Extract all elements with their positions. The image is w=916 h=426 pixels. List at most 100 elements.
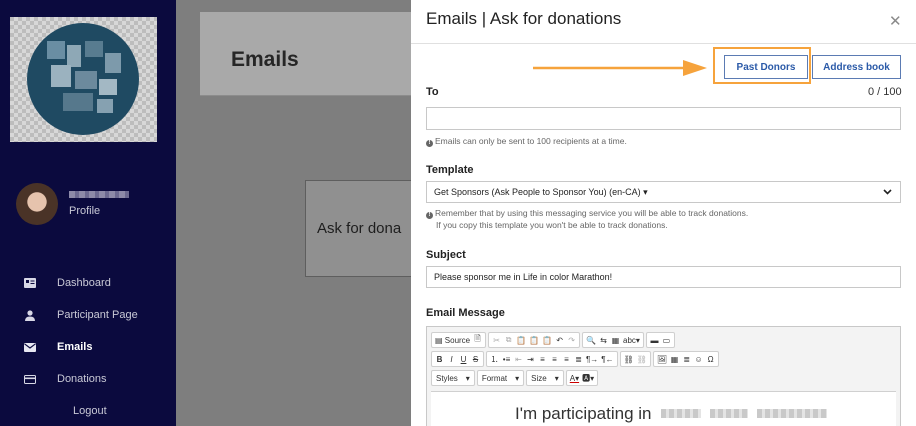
paste-word-icon[interactable]: 📋	[541, 334, 553, 346]
source-button[interactable]: ▤ Source	[434, 334, 471, 346]
text-field-icon[interactable]: ▭	[661, 334, 672, 346]
copy-icon[interactable]: ⧉	[503, 334, 514, 346]
template-select-value: Get Sponsors (Ask People to Sponsor You)…	[434, 186, 648, 197]
numbered-list-icon[interactable]: ⒈	[489, 353, 500, 365]
format-dropdown[interactable]: Format ▾	[476, 370, 525, 386]
panel-title: Emails | Ask for donations	[426, 9, 622, 28]
page-title: Emails	[231, 48, 299, 71]
rich-text-editor: ▤ Source 🗎 ✂ ⧉ 📋 📋 📋 ↶ ↷ 🔍 ⇆ ▦ abc▾ ▬ ▭	[426, 326, 901, 426]
toolbar-group-editing: 🔍 ⇆ ▦ abc▾	[582, 332, 644, 348]
sidebar-item-dashboard[interactable]: Dashboard	[0, 272, 176, 294]
envelope-icon	[24, 341, 36, 353]
editor-toolbar-row-1: ▤ Source 🗎 ✂ ⧉ 📋 📋 📋 ↶ ↷ 🔍 ⇆ ▦ abc▾ ▬ ▭	[431, 332, 675, 348]
size-dropdown[interactable]: Size ▾	[526, 370, 564, 386]
person-icon	[24, 309, 36, 321]
select-all-icon[interactable]: ▦	[610, 334, 621, 346]
underline-icon[interactable]: U	[458, 353, 469, 365]
template-hint-text-2: If you copy this template you won't be a…	[436, 220, 668, 230]
text-color-icon[interactable]: A▾	[569, 372, 580, 384]
toolbar-group-paragraph: ⒈ •≡ ⇤ ⇥ ≡ ≡ ≡ ≣ ¶→ ¶←	[486, 351, 618, 367]
sidebar-item-participant-page[interactable]: Participant Page	[0, 304, 176, 326]
divider	[411, 43, 916, 44]
subject-label: Subject	[426, 249, 466, 261]
background-color-icon[interactable]: 🅰▾	[581, 372, 595, 384]
table-icon[interactable]: ▦	[669, 353, 680, 365]
spellcheck-icon[interactable]: abc▾	[622, 334, 641, 346]
chevron-down-icon	[883, 187, 900, 198]
logout-link[interactable]: Logout	[73, 405, 107, 417]
cut-icon[interactable]: ✂	[491, 334, 502, 346]
toolbar-group-clipboard: ✂ ⧉ 📋 📋 📋 ↶ ↷	[488, 332, 581, 348]
editor-body-text-visible: I'm participating in	[515, 404, 652, 423]
chevron-down-icon: ▾	[554, 373, 559, 383]
sidebar-item-label: Dashboard	[57, 277, 111, 289]
toolbar-group-links: ⛓ ⛓	[619, 351, 651, 367]
replace-icon[interactable]: ⇆	[598, 334, 609, 346]
sidebar-item-emails[interactable]: Emails	[0, 336, 176, 358]
toolbar-group-colors: A▾ 🅰▾	[565, 370, 599, 386]
sidebar-item-label: Donations	[57, 373, 107, 385]
profile-avatar[interactable]	[16, 183, 58, 225]
redacted-event-name	[661, 409, 702, 418]
toolbar-group-forms: ▬ ▭	[645, 332, 675, 348]
to-input[interactable]	[426, 107, 901, 130]
smiley-icon[interactable]: ☺	[693, 353, 704, 365]
sidebar-item-label: Emails	[57, 341, 93, 353]
email-compose-panel: Emails | Ask for donations ✕ Past Donors…	[411, 0, 916, 426]
profile-link[interactable]: Profile	[69, 205, 100, 217]
rtl-icon[interactable]: ¶←	[600, 353, 614, 365]
event-logo	[27, 23, 139, 135]
bold-icon[interactable]: B	[434, 353, 445, 365]
align-left-icon[interactable]: ≡	[537, 353, 548, 365]
italic-icon[interactable]: I	[446, 353, 457, 365]
unlink-icon[interactable]: ⛓	[636, 353, 648, 365]
horizontal-rule-icon[interactable]: ▬	[649, 334, 660, 346]
size-dropdown-label: Size	[531, 373, 547, 383]
to-label: To	[426, 86, 439, 98]
toolbar-group-insert: 🖼 ▦ ≣ ☺ Ω	[652, 351, 720, 367]
close-icon[interactable]: ✕	[889, 12, 902, 30]
id-card-icon	[24, 277, 36, 289]
template-label: Template	[426, 164, 474, 176]
indent-icon[interactable]: ⇥	[525, 353, 536, 365]
email-message-label: Email Message	[426, 307, 505, 319]
editor-content-area[interactable]: I'm participating in	[431, 391, 896, 426]
paste-text-icon[interactable]: 📋	[528, 334, 540, 346]
horizontal-line-icon[interactable]: ≣	[681, 353, 692, 365]
redo-icon[interactable]: ↷	[566, 334, 577, 346]
subject-input[interactable]: Please sponsor me in Life in color Marat…	[426, 266, 901, 288]
template-hint-text-1: Remember that by using this messaging se…	[435, 208, 749, 218]
bulleted-list-icon[interactable]: •≡	[501, 353, 512, 365]
outdent-icon[interactable]: ⇤	[513, 353, 524, 365]
info-icon: !	[426, 140, 433, 147]
align-center-icon[interactable]: ≡	[549, 353, 560, 365]
special-character-icon[interactable]: Ω	[705, 353, 716, 365]
sidebar-item-donations[interactable]: Donations	[0, 368, 176, 390]
link-icon[interactable]: ⛓	[623, 353, 635, 365]
address-book-button[interactable]: Address book	[812, 55, 901, 79]
styles-dropdown[interactable]: Styles ▾	[431, 370, 475, 386]
format-dropdown-label: Format	[481, 373, 508, 383]
justify-icon[interactable]: ≣	[573, 353, 584, 365]
to-hint-text: Emails can only be sent to 100 recipient…	[435, 136, 627, 146]
subject-input-value: Please sponsor me in Life in color Marat…	[434, 272, 613, 282]
find-icon[interactable]: 🔍	[585, 334, 597, 346]
email-template-card-title: Ask for dona	[317, 220, 402, 237]
editor-body-text: I'm participating in	[515, 404, 827, 424]
redacted-event-name	[709, 409, 748, 418]
align-right-icon[interactable]: ≡	[561, 353, 572, 365]
ltr-icon[interactable]: ¶→	[585, 353, 599, 365]
paste-icon[interactable]: 📋	[515, 334, 527, 346]
redacted-event-name	[756, 409, 827, 418]
template-select[interactable]: Get Sponsors (Ask People to Sponsor You)…	[426, 181, 901, 203]
chevron-down-icon: ▾	[465, 373, 470, 383]
templates-icon[interactable]: 🗎	[472, 334, 483, 346]
recipient-counter: 0 / 100	[868, 86, 902, 98]
strikethrough-icon[interactable]: S	[470, 353, 481, 365]
profile-name-redacted	[69, 191, 129, 198]
image-icon[interactable]: 🖼	[656, 353, 668, 365]
toolbar-group-document: ▤ Source 🗎	[431, 332, 487, 348]
undo-icon[interactable]: ↶	[554, 334, 565, 346]
editor-toolbar-row-2: B I U S ⒈ •≡ ⇤ ⇥ ≡ ≡ ≡ ≣ ¶→ ¶← ⛓ ⛓ 🖼 ▦ ≣…	[431, 351, 720, 367]
past-donors-button[interactable]: Past Donors	[724, 55, 808, 79]
